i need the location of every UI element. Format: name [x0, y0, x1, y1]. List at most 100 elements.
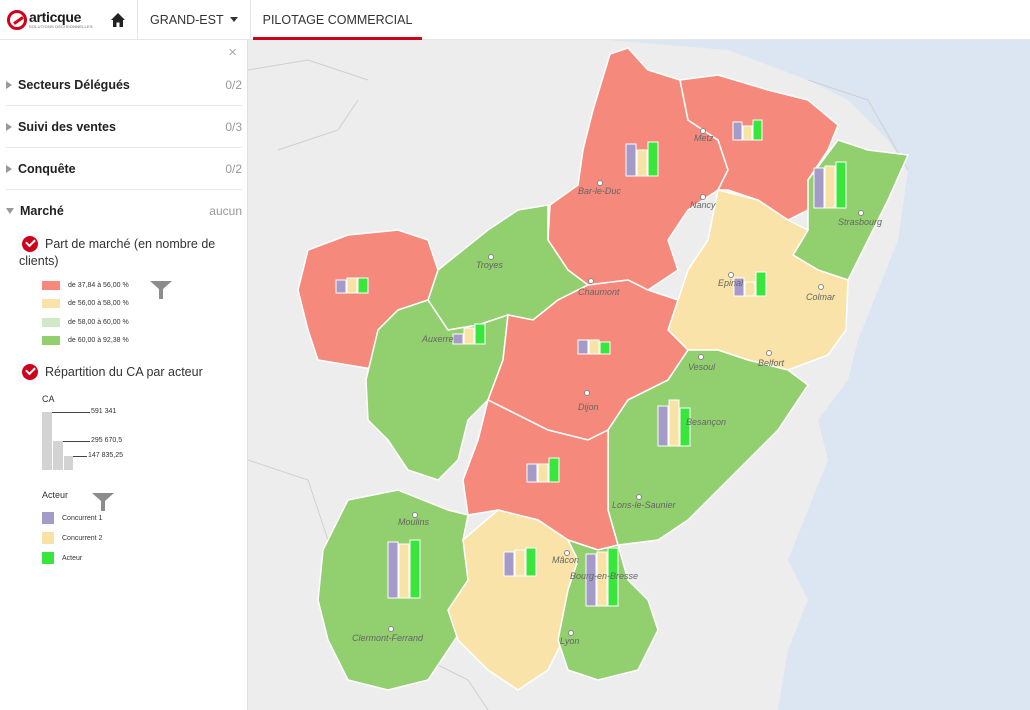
bar-group-loire	[503, 547, 537, 577]
legend-label: de 60,00 à 92,38 %	[68, 336, 129, 344]
city-label-chaumont: Chaumont	[578, 287, 620, 297]
ca-legend-leader	[52, 412, 90, 413]
actor-legend-title: Acteur	[42, 490, 69, 500]
legend-row: de 58,00 à 60,00 %	[42, 317, 129, 327]
home-icon	[110, 12, 125, 27]
tab-pilotage-commercial[interactable]: PILOTAGE COMMERCIAL	[251, 0, 425, 40]
collapse-arrow-icon	[6, 208, 14, 214]
section-count: aucun	[209, 204, 242, 218]
legend-label: de 56,00 à 58,00 %	[68, 299, 129, 307]
expand-arrow-icon	[6, 164, 12, 173]
legend-row: de 60,00 à 92,38 %	[42, 335, 129, 345]
city-marker[interactable]	[818, 284, 824, 290]
section-label: Suivi des ventes	[18, 119, 116, 134]
section-count: 0/2	[225, 77, 242, 92]
articque-logo[interactable]: articque SOLUTIONS DÉCISIONNELLES	[0, 0, 98, 39]
bar-group-west-red	[335, 277, 369, 294]
actor-label: Acteur	[62, 554, 83, 562]
actor-label: Concurrent 1	[62, 514, 103, 522]
logo-word: articque	[29, 8, 82, 25]
expand-arrow-icon	[6, 80, 12, 89]
ca-legend-value: 147 835,25	[88, 452, 124, 459]
legend-swatch	[42, 280, 60, 290]
city-marker[interactable]	[388, 626, 394, 632]
city-label-lons-le-saunier: Lons-le-Saunier	[612, 500, 676, 510]
actor-label: Concurrent 2	[62, 534, 103, 542]
legend-label: de 37,84 à 56,00 %	[68, 281, 129, 289]
ca-legend-title: CA	[42, 394, 55, 404]
filter-icon[interactable]	[150, 280, 172, 300]
actor-legend-row: Acteur	[42, 552, 82, 564]
city-marker[interactable]	[766, 350, 772, 356]
close-icon[interactable]: ×	[228, 44, 237, 61]
city-label-bourg-en-bresse: Bourg-en-Bresse	[570, 571, 639, 581]
top-bar: articque SOLUTIONS DÉCISIONNELLES GRAND-…	[0, 0, 1030, 40]
ca-legend-bar-medium	[53, 441, 63, 470]
city-marker[interactable]	[858, 210, 864, 216]
city-label-besancon: Besançon	[686, 417, 727, 427]
expand-arrow-icon	[6, 122, 12, 131]
actor-swatch	[42, 552, 54, 564]
section-marche[interactable]: Marché aucun	[6, 190, 242, 232]
ca-legend-bar-small	[64, 456, 73, 470]
legend-swatch	[42, 298, 60, 308]
city-marker[interactable]	[698, 354, 704, 360]
bar-group-bas-rhin	[813, 161, 847, 209]
city-label-dijon: Dijon	[578, 402, 599, 412]
section-secteurs-delegues[interactable]: Secteurs Délégués 0/2	[6, 64, 242, 106]
layer-title-repartition-ca: Répartition du CA par acteur	[45, 365, 203, 379]
map-canvas[interactable]: Metz Bar-le-Duc Nancy Strasbourg Troyes …	[248, 40, 1030, 710]
city-label-epinal: Epinal	[718, 278, 744, 288]
choropleth-map[interactable]	[248, 40, 1030, 710]
region-label: GRAND-EST	[150, 12, 224, 27]
ca-legend-leader	[63, 441, 90, 442]
ca-legend-bar-large	[42, 412, 52, 470]
legend-row: de 56,00 à 58,00 %	[42, 298, 129, 308]
logo-text: articque SOLUTIONS DÉCISIONNELLES	[29, 8, 93, 29]
sidebar-panel: × Secteurs Délégués 0/2 Suivi des ventes…	[0, 40, 248, 710]
logo-subtitle: SOLUTIONS DÉCISIONNELLES	[29, 23, 93, 29]
section-label: Marché	[20, 204, 64, 218]
city-label-belfort: Belfort	[758, 358, 785, 368]
section-conquete[interactable]: Conquête 0/2	[6, 148, 242, 190]
bar-group-cote-dor	[577, 339, 611, 355]
filter-icon[interactable]	[92, 492, 114, 512]
city-label-clermont-ferrand: Clermont-Ferrand	[352, 633, 424, 643]
city-label-macon: Mâcon	[552, 555, 580, 565]
legend-label: de 58,00 à 60,00 %	[68, 318, 129, 326]
legend-swatch	[42, 335, 60, 345]
ca-legend-leader	[73, 456, 87, 457]
section-count: 0/2	[225, 161, 242, 176]
actor-swatch	[42, 532, 54, 544]
city-label-strasbourg: Strasbourg	[838, 217, 883, 227]
actor-swatch	[42, 512, 54, 524]
chevron-down-icon	[229, 17, 238, 22]
actor-legend-row: Concurrent 1	[42, 512, 102, 524]
section-suivi-des-ventes[interactable]: Suivi des ventes 0/3	[6, 106, 242, 148]
legend-row: de 37,84 à 56,00 %	[42, 280, 129, 290]
layer-title-part-de-marche: Part de marché (en nombre de clients)	[19, 237, 216, 268]
city-label-nancy: Nancy	[690, 200, 716, 210]
city-label-troyes: Troyes	[476, 260, 503, 270]
city-label-colmar: Colmar	[806, 292, 836, 302]
ca-legend-value: 591 341	[91, 408, 117, 415]
section-label: Conquête	[18, 161, 76, 176]
city-label-auxerre: Auxerre	[422, 334, 454, 344]
city-label-lyon: Lyon	[560, 636, 580, 646]
region-loire[interactable]	[447, 509, 579, 691]
region-dropdown[interactable]: GRAND-EST	[138, 0, 251, 39]
city-label-metz: Metz	[694, 133, 714, 143]
city-marker[interactable]	[588, 278, 594, 284]
city-marker[interactable]	[584, 390, 590, 396]
home-button[interactable]	[98, 0, 138, 39]
section-label: Secteurs Délégués	[18, 77, 130, 92]
legend-swatch	[42, 317, 60, 327]
bar-group-allier	[387, 539, 421, 599]
ca-legend-value: 295 670,5	[91, 437, 123, 444]
city-label-moulins: Moulins	[398, 517, 430, 527]
tab-label: PILOTAGE COMMERCIAL	[262, 12, 413, 27]
actor-legend-row: Concurrent 2	[42, 532, 102, 544]
logo-mark	[7, 9, 27, 30]
city-label-vesoul: Vesoul	[688, 362, 716, 372]
section-count: 0/3	[225, 119, 242, 134]
